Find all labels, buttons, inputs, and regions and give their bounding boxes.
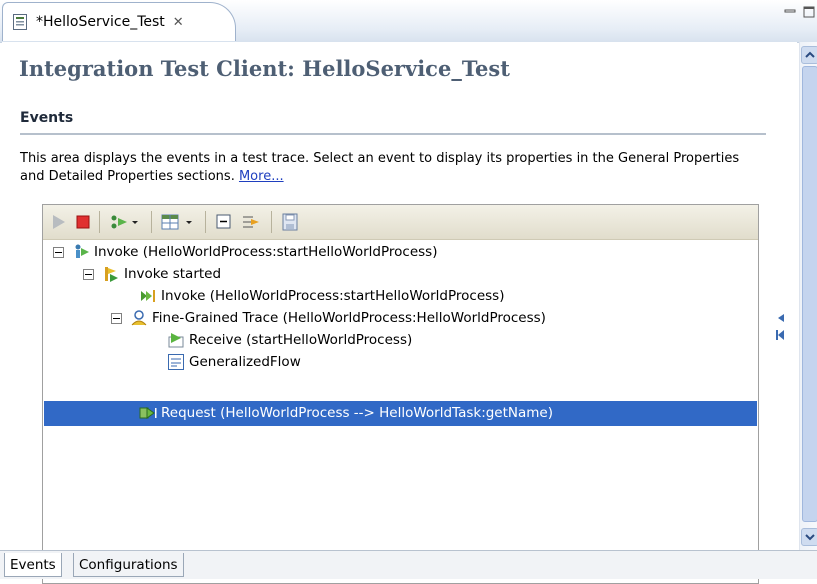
- stop-icon[interactable]: [75, 213, 91, 231]
- scroll-up-button[interactable]: [801, 46, 817, 64]
- tree-node-label: Receive (startHelloWorldProcess): [189, 332, 413, 348]
- tree-node-label: Fine-Grained Trace (HelloWorldProcess:He…: [152, 310, 546, 326]
- request-icon: [139, 407, 157, 419]
- trace-icon: [131, 310, 147, 326]
- tree-node[interactable]: Fine-Grained Trace (HelloWorldProcess:He…: [111, 307, 546, 329]
- toolbar-separator: [271, 211, 272, 233]
- chevron-up-icon: [805, 51, 815, 58]
- more-link[interactable]: More...: [239, 169, 284, 184]
- test-client-form: Integration Test Client: HelloService_Te…: [2, 42, 797, 584]
- tree-node[interactable]: GeneralizedFlow: [167, 351, 301, 373]
- save-icon[interactable]: [281, 213, 299, 231]
- invoke-icon: [75, 244, 89, 258]
- collapse-toggle-icon[interactable]: [83, 268, 94, 280]
- maximize-icon[interactable]: [803, 6, 815, 18]
- editor-tab-strip: *HelloService_Test ✕: [0, 0, 817, 43]
- tab-label: Configurations: [79, 556, 178, 573]
- collapse-toggle-icon[interactable]: [111, 312, 122, 324]
- chevron-down-icon: [805, 534, 815, 541]
- toolbar-separator: [205, 211, 206, 233]
- tab-events[interactable]: Events: [4, 553, 62, 577]
- vertical-scrollbar[interactable]: [799, 42, 817, 550]
- page-tab-bar: Events Configurations: [0, 550, 817, 579]
- collapse-all-icon[interactable]: [215, 213, 233, 231]
- section-description: This area displays the events in a test …: [20, 150, 760, 186]
- section-divider: [20, 133, 766, 135]
- tree-node-selected[interactable]: Request (HelloWorldProcess --> HelloWorl…: [44, 401, 757, 426]
- invoke-arrow-icon: [141, 290, 155, 302]
- tree-node[interactable]: Invoke (HelloWorldProcess:startHelloWorl…: [53, 241, 437, 263]
- events-trace-panel: Invoke (HelloWorldProcess:startHelloWorl…: [42, 204, 759, 584]
- tree-node-label: GeneralizedFlow: [189, 354, 301, 370]
- close-icon[interactable]: ✕: [173, 15, 184, 30]
- restore-section-icon[interactable]: [775, 312, 785, 352]
- tree-node-label: Invoke (HelloWorldProcess:startHelloWorl…: [161, 288, 505, 304]
- table-dropdown-icon[interactable]: [161, 213, 195, 231]
- editor-tab-title: *HelloService_Test: [36, 14, 165, 30]
- filter-icon[interactable]: [241, 213, 261, 231]
- tree-node[interactable]: Invoke started: [83, 263, 221, 285]
- description-text: This area displays the events in a test …: [20, 151, 740, 184]
- invoke-started-icon: [105, 267, 118, 282]
- test-file-icon: [13, 14, 27, 30]
- scrollbar-thumb[interactable]: [802, 66, 817, 522]
- tree-node[interactable]: Request (HelloWorldProcess --> HelloWorl…: [139, 402, 553, 424]
- minimize-icon[interactable]: [784, 6, 796, 18]
- tab-label: Events: [10, 556, 56, 573]
- flow-icon: [168, 354, 184, 370]
- invoke-dropdown-icon[interactable]: [109, 213, 139, 231]
- page-title: Integration Test Client: HelloService_Te…: [19, 56, 510, 81]
- tree-node-label: Request (HelloWorldProcess --> HelloWorl…: [161, 405, 554, 421]
- events-section-title: Events: [20, 110, 74, 126]
- tab-configurations[interactable]: Configurations: [73, 553, 184, 577]
- scroll-down-button[interactable]: [801, 528, 817, 546]
- tree-node[interactable]: Receive (startHelloWorldProcess): [167, 329, 412, 351]
- collapse-toggle-icon[interactable]: [53, 246, 64, 258]
- editor-tab[interactable]: *HelloService_Test ✕: [2, 2, 236, 41]
- tree-node[interactable]: Invoke (HelloWorldProcess:startHelloWorl…: [139, 285, 504, 307]
- tree-node-label: Invoke started: [124, 266, 222, 282]
- toolbar-separator: [151, 211, 152, 233]
- trace-toolbar: [43, 205, 758, 240]
- tree-node-label: Invoke (HelloWorldProcess:startHelloWorl…: [94, 244, 438, 260]
- toolbar-separator: [99, 211, 100, 233]
- play-icon[interactable]: [51, 213, 67, 231]
- receive-icon: [168, 333, 184, 348]
